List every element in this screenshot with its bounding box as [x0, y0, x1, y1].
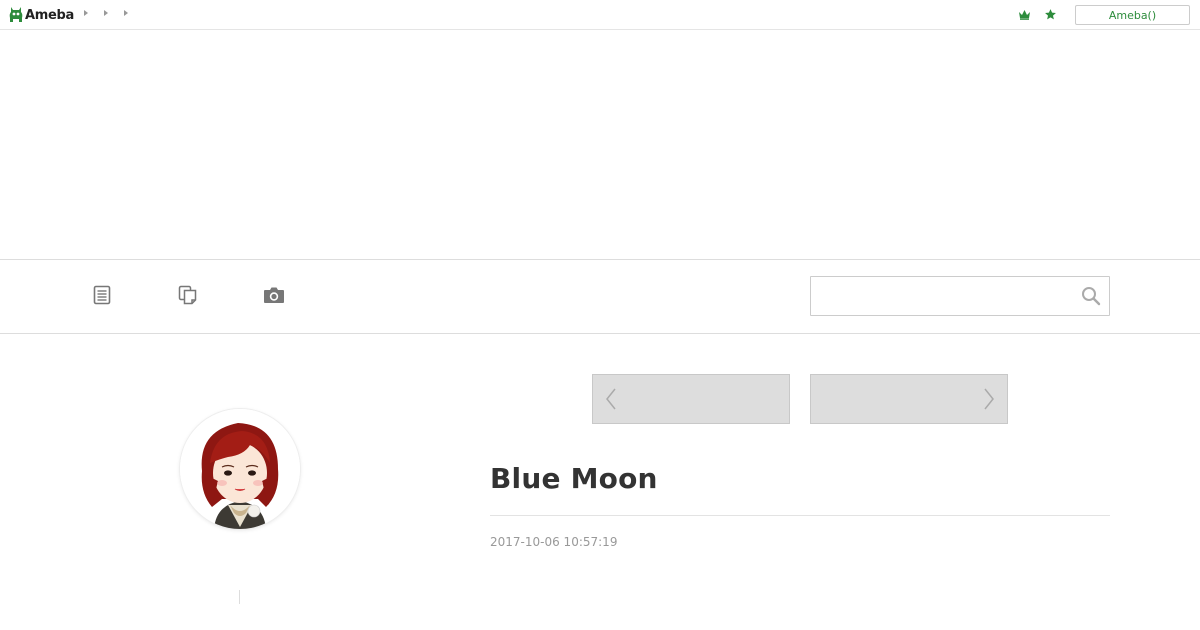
- breadcrumb-item[interactable]: [104, 10, 110, 16]
- title-divider: [490, 515, 1110, 516]
- camera-icon[interactable]: [263, 284, 285, 306]
- blog-nav-bar: [0, 259, 1200, 334]
- breadcrumb-item[interactable]: [84, 10, 90, 16]
- entry-list-icon[interactable]: [91, 284, 113, 306]
- breadcrumb-arrow-icon: [104, 10, 108, 16]
- avatar[interactable]: [180, 409, 300, 529]
- logo-text: Ameba: [25, 7, 75, 23]
- chevron-left-icon: [606, 388, 616, 410]
- breadcrumb: [84, 10, 130, 16]
- ameba-account-button[interactable]: Ameba(): [1075, 5, 1190, 25]
- ameba-mascot-icon: [9, 7, 23, 22]
- entry-date: 2017-10-06 10:57:19: [490, 535, 618, 549]
- ameba-logo[interactable]: Ameba: [9, 5, 74, 25]
- star-icon[interactable]: [1043, 7, 1057, 21]
- breadcrumb-item[interactable]: [124, 10, 130, 16]
- blog-search-box: [810, 276, 1110, 316]
- search-icon[interactable]: [1081, 286, 1101, 306]
- previous-entry-button[interactable]: [592, 374, 790, 424]
- profile-divider: [239, 590, 240, 604]
- chevron-right-icon: [984, 388, 994, 410]
- theme-list-icon[interactable]: [177, 284, 199, 306]
- crown-icon[interactable]: [1017, 7, 1031, 21]
- entry-title[interactable]: Blue Moon: [490, 462, 658, 495]
- search-input[interactable]: [811, 277, 1071, 315]
- breadcrumb-arrow-icon: [124, 10, 128, 16]
- breadcrumb-arrow-icon: [84, 10, 88, 16]
- avatar-illustration: [180, 409, 300, 529]
- ad-banner-area: [0, 30, 1200, 259]
- next-entry-button[interactable]: [810, 374, 1008, 424]
- global-header: Ameba Ameba(): [0, 0, 1200, 30]
